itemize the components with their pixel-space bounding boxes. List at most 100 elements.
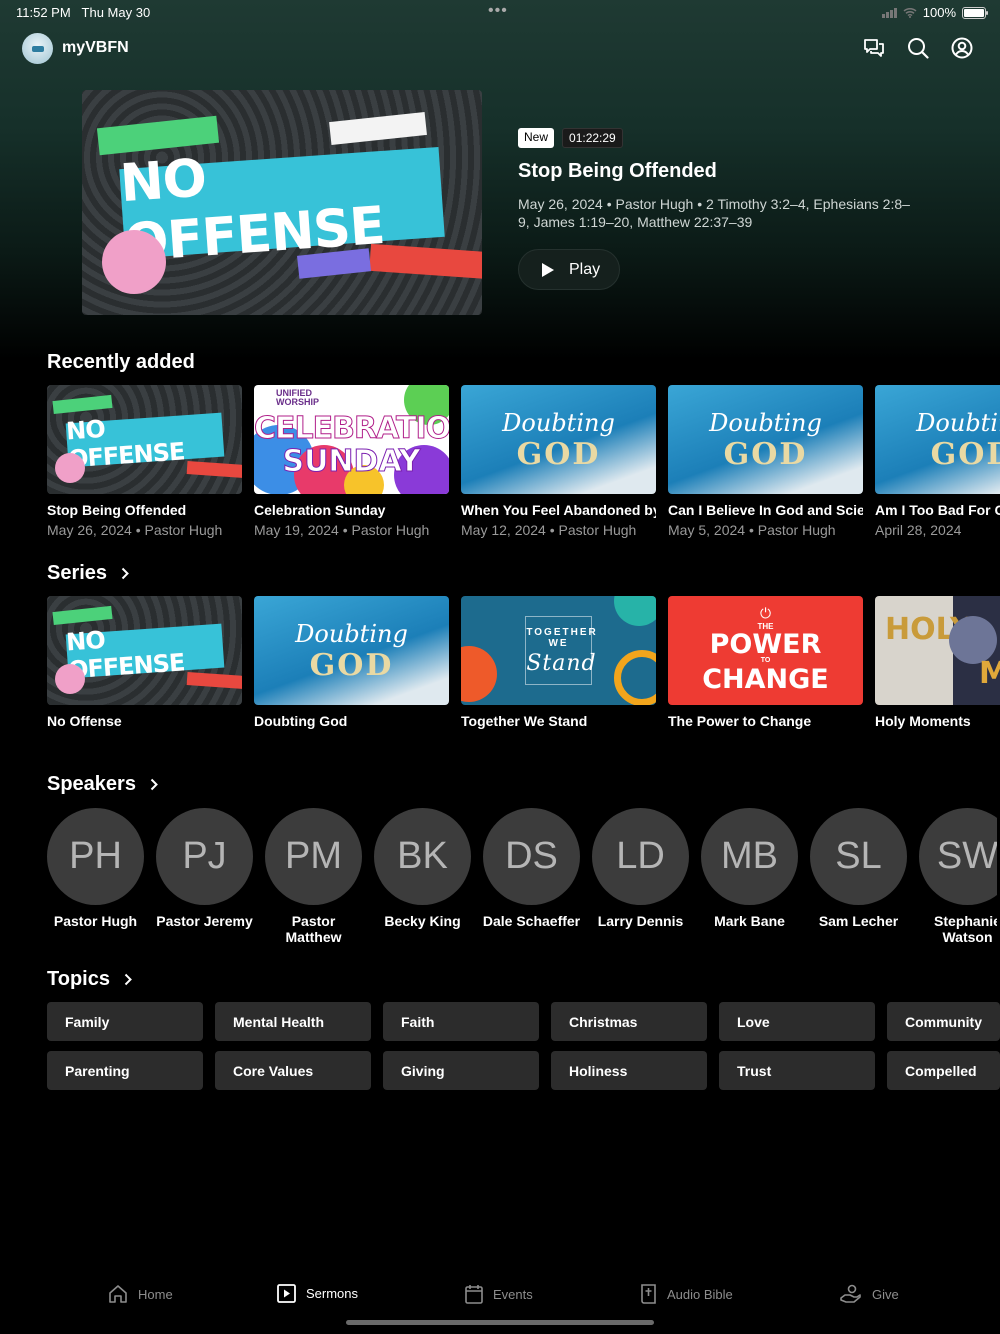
sermon-thumbnail: Doubting GOD [461, 385, 656, 494]
section-title: Topics [47, 968, 110, 990]
duration-badge: 01:22:29 [562, 128, 623, 148]
home-icon [109, 1285, 127, 1303]
play-button[interactable]: Play [518, 249, 620, 290]
avatar: DS [483, 808, 580, 905]
play-icon [542, 262, 554, 277]
account-icon[interactable] [950, 36, 974, 60]
avatar: MB [701, 808, 798, 905]
sermon-thumbnail: NO OFFENSE [47, 385, 242, 494]
tab-label: Give [872, 1286, 899, 1302]
series-title: Holy Moments [875, 713, 971, 729]
sermon-title: Celebration Sunday [254, 502, 386, 518]
topic-chip[interactable]: Family [47, 1002, 203, 1041]
avatar: SL [810, 808, 907, 905]
art-text: TOGETHER [526, 626, 598, 638]
speaker-item[interactable]: LD Larry Dennis [592, 808, 689, 945]
series-title: Doubting God [254, 713, 348, 729]
sermon-title: Stop Being Offended [47, 502, 187, 518]
speaker-item[interactable]: MB Mark Bane [701, 808, 798, 945]
featured-info: New 01:22:29 Stop Being Offended May 26,… [518, 128, 938, 290]
series-card[interactable]: NO OFFENSE No Offense [47, 596, 242, 729]
speaker-item[interactable]: PM Pastor Matthew [265, 808, 362, 945]
topic-chip[interactable]: Mental Health [215, 1002, 371, 1041]
sermon-title: When You Feel Abandoned by God [461, 502, 656, 518]
series-card[interactable]: Doubting GOD Doubting God [254, 596, 449, 729]
art-band: NO OFFENSE [65, 412, 224, 473]
wifi-icon [903, 7, 917, 18]
tab-label: Home [138, 1286, 173, 1302]
series-row: NO OFFENSE No Offense Doubting GOD Doubt… [47, 596, 1000, 729]
status-bar: 11:52 PM Thu May 30 ••• 100% [0, 0, 1000, 24]
topic-chip[interactable]: Faith [383, 1002, 539, 1041]
app-logo[interactable] [22, 33, 53, 64]
speaker-item[interactable]: DS Dale Schaeffer [483, 808, 580, 945]
tab-audio-bible[interactable]: Audio Bible [640, 1284, 733, 1304]
calendar-icon [465, 1285, 483, 1304]
art-text: GOD [723, 437, 808, 473]
art-sticker [54, 663, 85, 694]
series-title: The Power to Change [668, 713, 812, 729]
multitask-dots-icon[interactable]: ••• [488, 2, 508, 20]
series-thumbnail: NO OFFENSE [47, 596, 242, 705]
chat-icon[interactable] [862, 36, 886, 60]
series-header[interactable]: Series [47, 562, 129, 585]
topic-chip[interactable]: Holiness [551, 1051, 707, 1090]
speaker-item[interactable]: PH Pastor Hugh [47, 808, 144, 945]
featured-title[interactable]: Stop Being Offended [518, 160, 938, 183]
tab-give[interactable]: Give [840, 1284, 899, 1304]
speaker-name: Larry Dennis [597, 913, 684, 929]
recently-added-header: Recently added [47, 351, 195, 374]
sermon-meta: May 12, 2024 • Pastor Hugh [461, 522, 637, 538]
featured-art-band: NO OFFENSE [118, 146, 445, 274]
art-sticker [102, 229, 166, 294]
series-title: Together We Stand [461, 713, 588, 729]
speaker-item[interactable]: PJ Pastor Jeremy [156, 808, 253, 945]
tab-home[interactable]: Home [108, 1284, 173, 1304]
speaker-item[interactable]: BK Becky King [374, 808, 471, 945]
series-card[interactable]: TOGETHER WE Stand Together We Stand [461, 596, 656, 729]
topic-chip[interactable]: Christmas [551, 1002, 707, 1041]
series-card[interactable]: HOLY M Holy Moments [875, 596, 1000, 729]
topic-chip[interactable]: Community [887, 1002, 1000, 1041]
art-box: TOGETHER WE Stand [525, 615, 598, 686]
series-card[interactable]: ⏻ THE POWER TO CHANGE The Power to Chang… [668, 596, 863, 729]
featured-artwork[interactable]: NO OFFENSE [82, 90, 482, 315]
sermon-card[interactable]: UNIFIED WORSHIP CELEBRATION SUNDAY Celeb… [254, 385, 449, 538]
avatar: PM [265, 808, 362, 905]
avatar: PH [47, 808, 144, 905]
sermon-thumbnail: Doubting GOD [875, 385, 1000, 494]
sermon-meta: May 26, 2024 • Pastor Hugh [47, 522, 223, 538]
speakers-header[interactable]: Speakers [47, 773, 158, 796]
topic-chip[interactable]: Compelled [887, 1051, 1000, 1090]
speaker-item[interactable]: SW Stephanie Watson [919, 808, 997, 945]
tab-sermons[interactable]: Sermons [277, 1284, 358, 1303]
sermon-card[interactable]: NO OFFENSE Stop Being Offended May 26, 2… [47, 385, 242, 538]
speaker-name: Pastor Hugh [53, 913, 138, 929]
speaker-name: Pastor Jeremy [156, 913, 253, 929]
app-title: myVBFN [62, 39, 129, 56]
sermon-card[interactable]: Doubting GOD Can I Believe In God and Sc… [668, 385, 863, 538]
art-shape [461, 646, 497, 702]
sermon-card[interactable]: Doubting GOD When You Feel Abandoned by … [461, 385, 656, 538]
sermon-thumbnail: UNIFIED WORSHIP CELEBRATION SUNDAY [254, 385, 449, 494]
topic-chip[interactable]: Love [719, 1002, 875, 1041]
topic-chip[interactable]: Trust [719, 1051, 875, 1090]
power-icon: ⏻ [759, 604, 772, 621]
avatar: PJ [156, 808, 253, 905]
tab-events[interactable]: Events [465, 1284, 533, 1304]
topics-header[interactable]: Topics [47, 968, 132, 991]
status-time: 11:52 PM Thu May 30 [16, 5, 151, 20]
sermon-card[interactable]: Doubting GOD Am I Too Bad For God April … [875, 385, 1000, 538]
tab-label: Events [493, 1286, 533, 1302]
home-indicator[interactable] [346, 1320, 654, 1325]
avatar: SW [919, 808, 997, 905]
speaker-item[interactable]: SL Sam Lecher [810, 808, 907, 945]
search-icon[interactable] [906, 36, 930, 60]
topic-chip[interactable]: Giving [383, 1051, 539, 1090]
avatar: LD [592, 808, 689, 905]
topic-chip[interactable]: Core Values [215, 1051, 371, 1090]
topics-grid: Family Mental Health Faith Christmas Lov… [47, 1002, 1000, 1090]
sermon-meta: May 19, 2024 • Pastor Hugh [254, 522, 430, 538]
art-text: CELEBRATION [254, 411, 449, 447]
topic-chip[interactable]: Parenting [47, 1051, 203, 1090]
